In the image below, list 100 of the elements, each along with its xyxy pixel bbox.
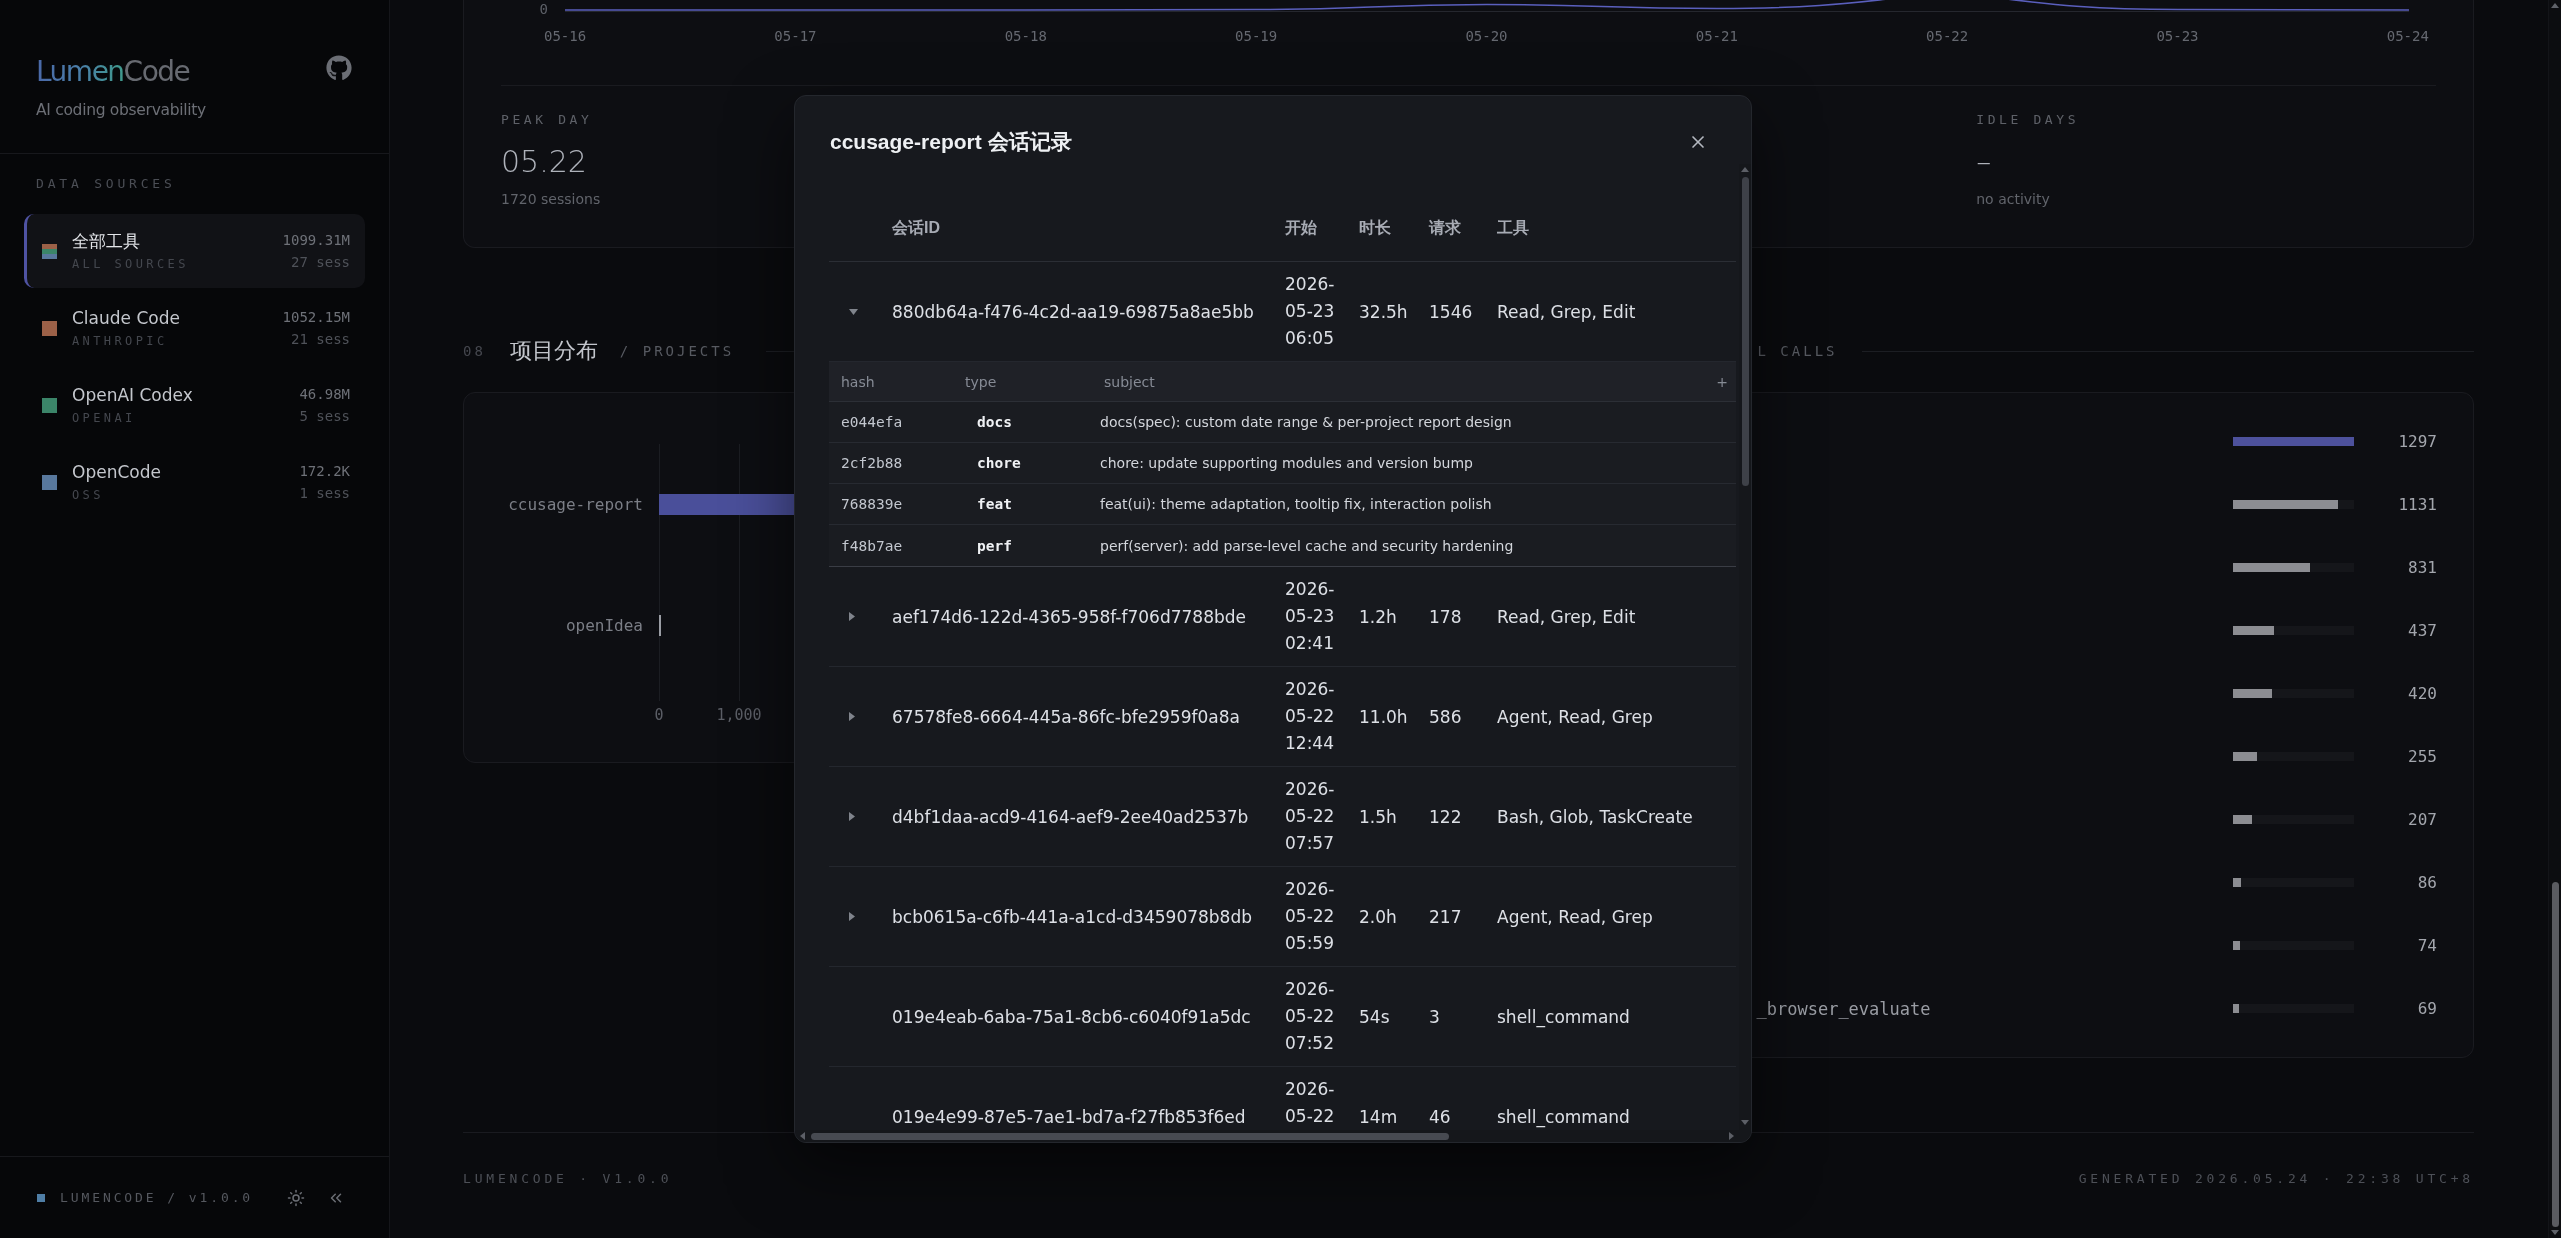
commit-type: perf (977, 537, 1012, 554)
commit-hash: 768839e (841, 496, 903, 512)
axis-tick-label: 05-20 (1465, 27, 1508, 45)
stat-note: 1720 sessions (501, 190, 601, 209)
caret-right-icon[interactable] (849, 712, 855, 721)
axis-tick-label: 0 (538, 0, 548, 18)
token-total: 172.2K (299, 462, 350, 481)
source-item[interactable]: Claude Code ANTHROPIC 1052.15M 21 sess (24, 291, 365, 365)
down-triangle-icon[interactable] (1741, 1120, 1749, 1125)
caret-right-icon[interactable] (849, 812, 855, 821)
request-count: 217 (1429, 906, 1462, 927)
down-triangle-icon[interactable] (2551, 1230, 2559, 1235)
column-header: subject (1103, 373, 1155, 390)
stat-label: PEAK DAY (501, 112, 593, 128)
token-total: 1052.15M (282, 308, 350, 327)
section-number: 08 (463, 343, 486, 359)
page-scrollbar[interactable] (2548, 0, 2561, 1238)
column-header: 工具 (1497, 218, 1529, 238)
session-id: aef174d6-122d-4365-958f-f706d7788bde (892, 606, 1246, 627)
source-name: OpenAI Codex (72, 384, 193, 406)
right-triangle-icon[interactable] (1729, 1132, 1734, 1140)
axis-tick-label: 05-22 (1926, 27, 1969, 45)
tool-list: Read, Grep, Edit (1497, 606, 1636, 627)
horizontal-scrollbar[interactable] (795, 1130, 1751, 1142)
footer-version: LUMENCODE · V1.0.0 (463, 1170, 673, 1188)
duration: 1.5h (1359, 806, 1397, 827)
start-time: 2026-05-22 12:44 (1285, 678, 1336, 755)
commit-subject: docs(spec): custom date range & per-project report design (1100, 414, 1512, 430)
project-label: ccusage-report (508, 495, 643, 514)
up-triangle-icon[interactable] (2551, 3, 2559, 8)
source-item[interactable]: 全部工具 ALL SOURCES 1099.31M 27 sess (24, 214, 365, 288)
duration: 1.2h (1359, 606, 1397, 627)
column-header: 时长 (1359, 218, 1391, 238)
commit-subject: feat(ui): theme adaptation, tooltip fix, interaction polish (1100, 496, 1492, 512)
caret-down-icon[interactable] (849, 308, 858, 315)
section-label: DATA SOURCES (36, 176, 176, 191)
session-count: 1 sess (299, 484, 350, 503)
section-title: 项目分布 (509, 337, 598, 365)
column-header: type (964, 373, 997, 390)
source-item[interactable]: OpenAI Codex OPENAI 46.98M 5 sess (24, 368, 365, 442)
commit-hash: e044efa (841, 414, 903, 430)
source-name: 全部工具 (72, 230, 140, 252)
session-id: d4bf1daa-acd9-4164-aef9-2ee40ad2537b (892, 806, 1249, 827)
source-name: Claude Code (72, 307, 180, 329)
stat-label: IDLE DAYS (1976, 112, 2080, 128)
call-count: 255 (2408, 747, 2437, 766)
source-vendor: ALL SOURCES (72, 256, 189, 272)
source-vendor: OPENAI (72, 410, 136, 426)
scrollbar-thumb[interactable] (811, 1132, 1449, 1140)
axis-tick-label: 0 (654, 706, 664, 724)
up-triangle-icon[interactable] (1741, 167, 1749, 172)
column-header: + (1716, 373, 1729, 390)
github-icon[interactable] (326, 55, 352, 81)
start-time: 2026-05-23 02:41 (1285, 578, 1336, 655)
call-count: 1131 (2398, 495, 2437, 514)
session-id: 67578fe8-6664-445a-86fc-bfe2959f0a8a (892, 706, 1240, 727)
request-count: 46 (1429, 1106, 1451, 1127)
tool-list: Read, Grep, Edit (1497, 301, 1636, 322)
duration: 11.0h (1359, 706, 1408, 727)
dialog-title: ccusage-report 会话记录 (830, 129, 1072, 155)
session-count: 27 sess (291, 253, 350, 272)
scrollbar-thumb[interactable] (2551, 882, 2559, 1227)
axis-tick-label: 05-18 (1004, 27, 1047, 45)
scrollbar-thumb[interactable] (1741, 177, 1749, 486)
caret-right-icon[interactable] (849, 912, 855, 921)
commit-hash: f48b7ae (841, 537, 903, 554)
call-count: 420 (2408, 684, 2437, 703)
tool-name: _browser_evaluate (1756, 998, 1931, 1019)
token-total: 46.98M (299, 385, 350, 404)
tool-list: shell_command (1497, 1106, 1630, 1127)
session-id: 019e4e99-87e5-7ae1-bd7a-f27fb853f6ed (892, 1106, 1246, 1127)
axis-tick-label: 05-21 (1695, 27, 1738, 45)
duration: 54s (1359, 1006, 1390, 1027)
start-time: 2026-05-22 (1285, 1078, 1336, 1128)
column-header: 请求 (1429, 218, 1461, 238)
request-count: 586 (1429, 706, 1462, 727)
start-time: 2026-05-22 07:57 (1285, 778, 1336, 855)
call-count: 207 (2408, 810, 2437, 829)
call-count: 1297 (2398, 432, 2437, 451)
axis-tick-label: 05-19 (1235, 27, 1278, 45)
commit-type: feat (977, 496, 1012, 512)
session-count: 21 sess (291, 330, 350, 349)
axis-tick-label: 05-24 (2386, 27, 2429, 45)
source-vendor: OSS (72, 487, 104, 503)
column-header: hash (840, 373, 875, 390)
request-count: 122 (1429, 806, 1462, 827)
left-triangle-icon[interactable] (800, 1132, 805, 1140)
source-vendor: ANTHROPIC (72, 333, 168, 349)
start-time: 2026-05-22 07:52 (1285, 978, 1336, 1055)
tool-list: Agent, Read, Grep (1497, 706, 1653, 727)
caret-right-icon[interactable] (849, 612, 855, 621)
call-count: 831 (2408, 558, 2437, 577)
axis-tick-label: 05-17 (774, 27, 817, 45)
column-header: 会话ID (892, 218, 940, 238)
sun-icon[interactable] (287, 1188, 305, 1207)
call-count: 86 (2417, 873, 2437, 892)
tool-list: Agent, Read, Grep (1497, 906, 1653, 927)
source-item[interactable]: OpenCode OSS 172.2K 1 sess (24, 445, 365, 519)
call-count: 437 (2408, 621, 2437, 640)
duration: 32.5h (1359, 301, 1408, 322)
